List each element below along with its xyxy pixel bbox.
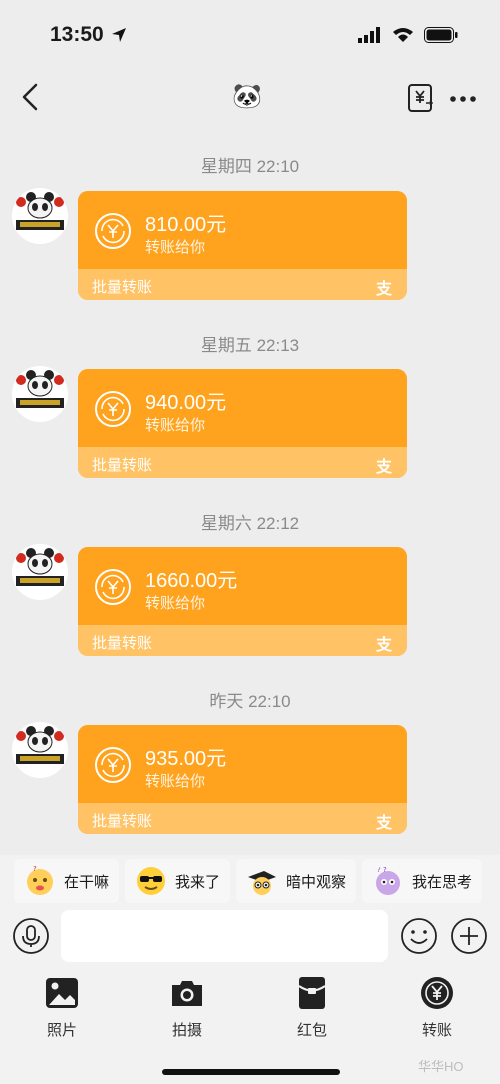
alipay-badge: 支 [376,637,393,654]
panel-label: 转账 [421,1022,452,1039]
clock-text: 13:50 [50,23,104,46]
quick-reply-label: 在干嘛 [64,873,110,891]
panel-label: 照片 [46,1022,77,1039]
panda-avatar-icon [12,544,68,600]
avatar[interactable] [12,722,68,778]
panda-avatar-icon [12,188,68,244]
transfer-card[interactable]: 940.00元 转账给你 批量转账 支 [78,369,407,478]
transfer-amount: 810.00元 [145,214,227,236]
back-arrow-icon[interactable] [16,82,46,112]
quick-reply-item[interactable]: ? ? 我在思考 [362,859,483,903]
transfer-received-icon [95,213,131,249]
more-icon[interactable] [448,84,478,114]
transfer-received-icon [95,391,131,427]
transfer-card[interactable]: 810.00元 转账给你 批量转账 支 [78,191,407,300]
battery-icon [424,27,458,43]
panel-item-photos[interactable]: 照片 [22,975,102,1040]
image-icon [46,978,78,1008]
transfer-amount: 940.00元 [145,392,227,414]
panel-item-camera[interactable]: 拍摄 [147,975,227,1040]
transfer-record-icon[interactable] [406,83,436,113]
transfer-card[interactable]: 1660.00元 转账给你 批量转账 支 [78,547,407,656]
quick-reply-label: 暗中观察 [286,873,347,891]
status-indicators [358,27,458,43]
camera-icon [172,981,202,1006]
chat-title: 🐼 [232,83,262,110]
transfer-type: 批量转账 [92,635,153,652]
message-input[interactable] [61,910,388,962]
avatar[interactable] [12,188,68,244]
transfer-amount: 1660.00元 [145,570,238,592]
transfer-subtitle: 转账给你 [145,773,206,790]
quick-reply-strip: ? 在干嘛 我来了 暗中观察 ? ? 我在思考 [0,855,500,907]
alipay-badge: 支 [376,281,393,298]
message-time: 星期五 22:13 [200,336,300,355]
svg-text:? ?: ? ? [377,866,387,874]
avatar[interactable] [12,366,68,422]
home-indicator[interactable] [162,1069,340,1075]
alipay-badge: 支 [376,815,393,832]
transfer-subtitle: 转账给你 [145,595,206,612]
message-time: 昨天 22:10 [209,692,291,711]
quick-reply-item[interactable]: 暗中观察 [236,859,357,903]
wifi-icon [393,28,413,42]
transfer-icon [421,977,453,1009]
status-time: 13:50 [50,23,128,47]
panda-avatar-icon [12,366,68,422]
avatar[interactable] [12,544,68,600]
message-time: 星期六 22:12 [200,514,300,533]
sunglasses-emoji-icon [137,867,166,895]
transfer-subtitle: 转账给你 [145,239,206,256]
transfer-amount: 935.00元 [145,748,227,770]
quick-reply-item[interactable]: ? 在干嘛 [14,859,120,903]
status-bar: 13:50 [0,0,500,70]
panel-item-transfer[interactable]: 转账 [397,975,477,1040]
location-arrow-icon [111,28,126,42]
thinking-emoji-icon: ? [27,865,53,895]
nav-bar: 🐼 [0,70,500,126]
transfer-subtitle: 转账给你 [145,417,206,434]
transfer-type: 批量转账 [92,813,153,830]
panel-label: 红包 [296,1022,327,1039]
watermark: 华华HO [418,1059,464,1074]
pondering-emoji-icon: ? ? [376,866,401,895]
voice-icon[interactable] [12,917,50,955]
quick-reply-label: 我来了 [175,873,221,891]
quick-reply-label: 我在思考 [412,873,473,891]
panel-label: 拍摄 [171,1022,202,1039]
red-packet-icon [298,977,326,1009]
emoji-icon[interactable] [400,917,438,955]
plus-icon[interactable] [450,917,488,955]
transfer-type: 批量转账 [92,279,153,296]
svg-text:?: ? [33,865,37,873]
input-row [0,907,500,967]
panda-avatar-icon [12,722,68,778]
signal-icon [358,27,380,43]
transfer-type: 批量转账 [92,457,153,474]
panel-item-red-packet[interactable]: 红包 [272,975,352,1040]
message-time: 星期四 22:10 [200,157,300,176]
transfer-card[interactable]: 935.00元 转账给你 批量转账 支 [78,725,407,834]
transfer-received-icon [95,569,131,605]
alipay-badge: 支 [376,459,393,476]
peeking-emoji-icon [248,871,277,895]
quick-reply-item[interactable]: 我来了 [125,859,231,903]
transfer-received-icon [95,747,131,783]
